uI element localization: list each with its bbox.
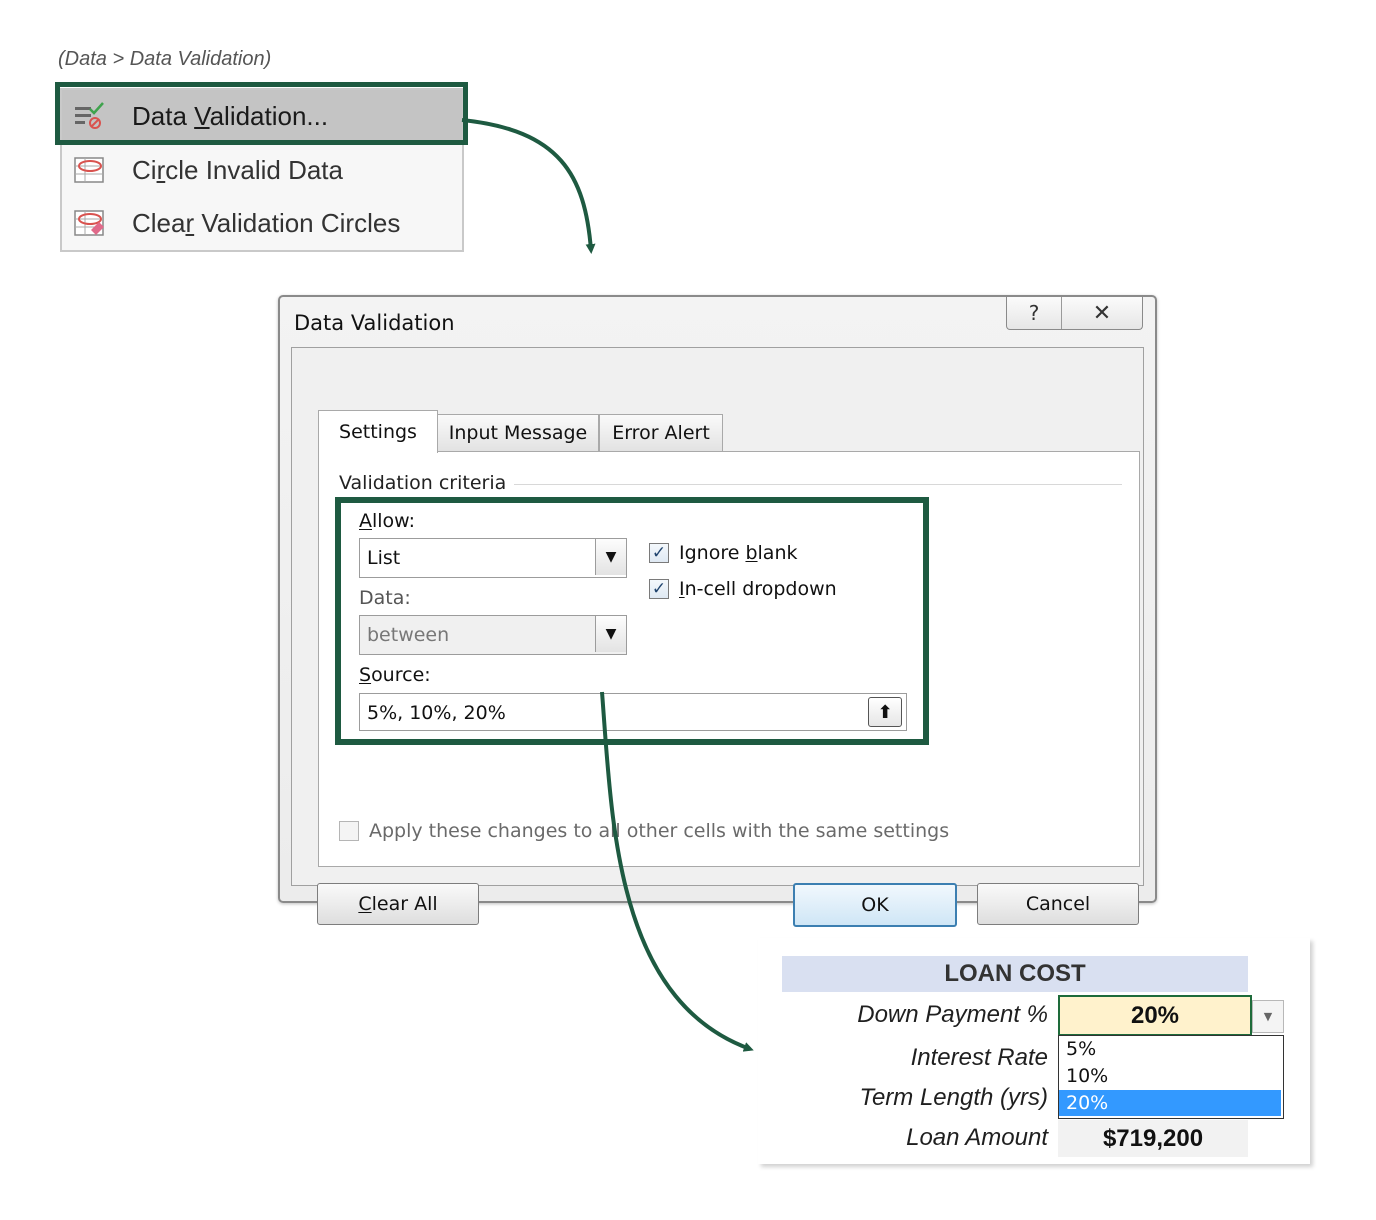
- clear-validation-circles-icon: [72, 208, 108, 238]
- loan-cost-sheet: LOAN COST Down Payment % 20% ▼ Interest …: [758, 938, 1310, 1164]
- group-divider: [494, 484, 1122, 485]
- down-payment-label: Down Payment %: [857, 1001, 1048, 1028]
- dropdown-list: 5% 10% 20%: [1058, 1035, 1284, 1119]
- close-icon: ✕: [1092, 300, 1112, 326]
- close-button[interactable]: ✕: [1062, 297, 1142, 329]
- help-icon: ?: [1028, 301, 1040, 325]
- dialog-body: Settings Input Message Error Alert Valid…: [291, 347, 1144, 927]
- loan-amount-cell: $719,200: [1058, 1120, 1248, 1157]
- data-validation-dialog: Data Validation ? ✕ Settings Input Messa…: [278, 295, 1157, 927]
- tab-input-message[interactable]: Input Message: [437, 414, 599, 451]
- breadcrumb: (Data > Data Validation): [58, 48, 272, 70]
- down-payment-cell[interactable]: 20%: [1058, 995, 1252, 1036]
- dialog-title: Data Validation: [294, 311, 455, 335]
- circle-invalid-data-icon: [72, 155, 108, 185]
- clear-all-button[interactable]: Clear All: [317, 883, 479, 925]
- menu-item-circle-invalid-data[interactable]: Circle Invalid Data: [62, 144, 462, 196]
- menu-item-clear-validation-circles[interactable]: Clear Validation Circles: [62, 197, 462, 249]
- loan-cost-header: LOAN COST: [782, 956, 1248, 992]
- arrow-menu-to-dialog: [461, 118, 596, 254]
- menu-item-label: Circle Invalid Data: [132, 154, 343, 185]
- criteria-highlight-frame: [335, 497, 929, 745]
- menu-highlight-frame: [55, 82, 468, 145]
- ok-button[interactable]: OK: [793, 883, 957, 927]
- tab-error-alert[interactable]: Error Alert: [599, 414, 723, 451]
- interest-rate-label: Interest Rate: [910, 1044, 1048, 1071]
- term-length-label: Term Length (yrs): [859, 1084, 1048, 1111]
- help-button[interactable]: ?: [1007, 297, 1062, 329]
- dropdown-option[interactable]: 5%: [1059, 1036, 1281, 1062]
- dropdown-option[interactable]: 10%: [1059, 1063, 1281, 1089]
- tab-settings[interactable]: Settings: [318, 410, 438, 453]
- apply-all-label: Apply these changes to all other cells w…: [369, 820, 950, 842]
- cell-dropdown-button[interactable]: ▼: [1252, 1000, 1284, 1033]
- loan-amount-label: Loan Amount: [906, 1124, 1048, 1151]
- title-bar-buttons: ? ✕: [1006, 297, 1143, 330]
- dropdown-option-selected[interactable]: 20%: [1059, 1090, 1281, 1116]
- validation-criteria-label: Validation criteria: [339, 472, 515, 494]
- apply-all-checkbox[interactable]: Apply these changes to all other cells w…: [339, 820, 949, 842]
- cancel-button[interactable]: Cancel: [977, 883, 1139, 925]
- chevron-down-icon: ▼: [1263, 1010, 1273, 1023]
- checkbox-unchecked-icon: [339, 821, 359, 841]
- menu-item-label: Clear Validation Circles: [132, 207, 401, 238]
